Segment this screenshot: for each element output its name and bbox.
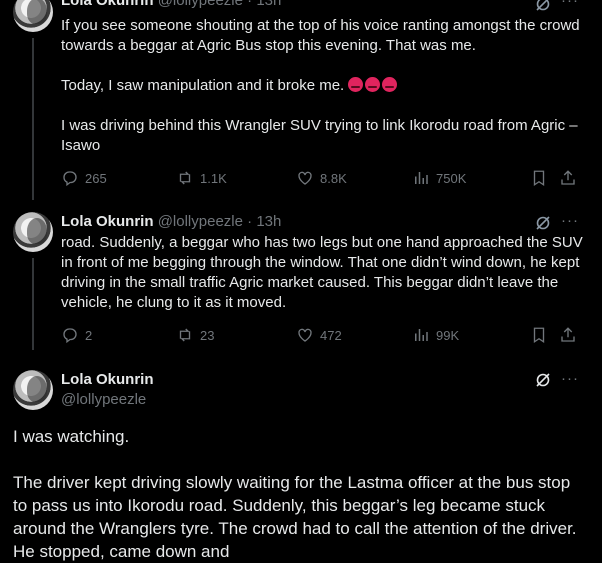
repost-icon <box>179 328 191 342</box>
reply-icon <box>63 328 77 344</box>
avatar[interactable] <box>13 370 53 410</box>
paragraph: I was watching. <box>13 427 130 446</box>
like-icon <box>298 328 312 342</box>
thread-line <box>32 258 34 350</box>
grok-icon[interactable] <box>535 215 551 231</box>
bookmark-icon <box>533 170 545 187</box>
angry-face-icon <box>382 77 398 92</box>
repost-button[interactable]: 23 <box>176 326 214 344</box>
action-bar: 265 1.1K 8.8K 750K <box>61 169 591 189</box>
repost-count: 23 <box>200 327 215 343</box>
author-handle[interactable]: @lollypeezle <box>158 0 243 9</box>
paragraph: The driver kept driving slowly waiting f… <box>13 473 577 561</box>
reply-count: 2 <box>85 327 93 343</box>
views-icon <box>415 329 428 341</box>
share-button[interactable] <box>559 326 577 344</box>
like-button[interactable]: 8.8K <box>296 169 347 187</box>
views-count: 750K <box>436 170 467 186</box>
reply-count: 265 <box>85 170 107 186</box>
author-name[interactable]: Lola Okunrin <box>61 0 154 9</box>
timestamp[interactable]: 13h <box>256 0 281 9</box>
separator: · <box>247 213 253 230</box>
share-icon <box>561 170 575 185</box>
author-name[interactable]: Lola Okunrin <box>61 371 154 388</box>
paragraph: I was driving behind this Wrangler SUV t… <box>61 117 578 154</box>
paragraph: road. Suddenly, a beggar who has two leg… <box>61 234 583 311</box>
separator: · <box>247 0 253 9</box>
views-icon <box>415 172 428 184</box>
views-button[interactable]: 99K <box>412 326 459 344</box>
angry-face-icon <box>365 77 381 92</box>
timestamp[interactable]: 13h <box>256 213 281 230</box>
avatar[interactable] <box>13 212 53 252</box>
tweet-1[interactable]: Lola Okunrin @lollypeezle · 13h ··· If y… <box>0 0 602 200</box>
repost-button[interactable]: 1.1K <box>176 169 227 187</box>
grok-icon[interactable] <box>535 0 551 12</box>
thread-line <box>32 38 34 200</box>
tweet-header: Lola Okunrin @lollypeezle · 13h <box>61 213 281 230</box>
bookmark-button[interactable] <box>530 326 548 344</box>
more-icon[interactable]: ··· <box>561 370 579 387</box>
grok-icon[interactable] <box>535 372 551 388</box>
angry-face-icon <box>348 77 364 92</box>
like-count: 472 <box>320 327 342 343</box>
author-handle[interactable]: @lollypeezle <box>158 213 243 230</box>
repost-icon <box>179 171 191 185</box>
paragraph: If you see someone shouting at the top o… <box>61 17 580 54</box>
paragraph: Today, I saw manipulation and it broke m… <box>61 76 586 96</box>
action-bar: 2 23 472 99K <box>61 326 591 346</box>
like-icon <box>298 171 312 185</box>
tweet-text: I was watching. The driver kept driving … <box>13 425 588 563</box>
tweet-2[interactable]: Lola Okunrin @lollypeezle · 13h ··· road… <box>0 200 602 350</box>
like-count: 8.8K <box>320 170 347 186</box>
author-name[interactable]: Lola Okunrin <box>61 213 154 230</box>
avatar[interactable] <box>13 0 53 32</box>
reply-icon <box>63 171 77 187</box>
views-button[interactable]: 750K <box>412 169 466 187</box>
tweet-header: Lola Okunrin @lollypeezle · 13h <box>61 0 281 9</box>
reply-button[interactable]: 2 <box>61 326 92 344</box>
bookmark-button[interactable] <box>530 169 548 187</box>
reply-button[interactable]: 265 <box>61 169 107 187</box>
share-icon <box>561 327 575 342</box>
tweet-3-focused[interactable]: Lola Okunrin @lollypeezle ··· I was watc… <box>0 350 602 563</box>
bookmark-icon <box>533 327 545 344</box>
share-button[interactable] <box>559 169 577 187</box>
views-count: 99K <box>436 327 460 343</box>
tweet-text: If you see someone shouting at the top o… <box>61 16 586 156</box>
more-icon[interactable]: ··· <box>561 212 579 229</box>
more-icon[interactable]: ··· <box>561 0 579 9</box>
author-handle[interactable]: @lollypeezle <box>61 391 146 408</box>
repost-count: 1.1K <box>200 170 227 186</box>
tweet-text: road. Suddenly, a beggar who has two leg… <box>61 233 586 313</box>
like-button[interactable]: 472 <box>296 326 342 344</box>
